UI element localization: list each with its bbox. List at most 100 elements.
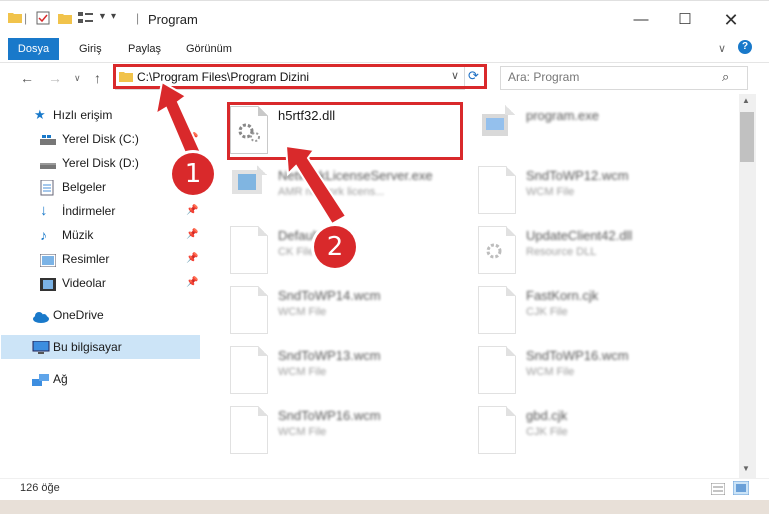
generic-file-icon xyxy=(478,346,516,394)
music-icon: ♪ xyxy=(40,227,47,243)
exe-file-icon xyxy=(478,105,515,152)
disk-icon xyxy=(40,132,56,146)
sidebar-item-music[interactable]: ♪ Müzik 📌 xyxy=(0,224,200,246)
back-arrow-icon[interactable]: ← xyxy=(20,70,34,86)
status-bar xyxy=(0,478,769,501)
videos-icon xyxy=(40,276,56,291)
search-placeholder[interactable]: Ara: Program xyxy=(508,70,579,84)
step2-badge: 2 xyxy=(314,226,356,268)
qat-chevron-down-icon[interactable]: ▼ xyxy=(98,11,107,21)
sidebar-item-this-pc[interactable]: Bu bilgisayar xyxy=(0,336,200,358)
refresh-icon[interactable]: ⟳ xyxy=(468,68,484,84)
sidebar-item-videos[interactable]: Videolar 📌 xyxy=(0,272,200,294)
sidebar-item-label: Ağ xyxy=(53,372,68,386)
computer-icon xyxy=(32,340,50,354)
sidebar-item-label: Hızlı erişim xyxy=(53,108,113,122)
sidebar-item-label: Resimler xyxy=(62,252,110,266)
tab-home[interactable]: Giriş xyxy=(79,38,102,60)
expand-ribbon-chevron-icon[interactable]: ∨ xyxy=(718,42,726,55)
file-item[interactable]: SndToWP16.wcm WCM File xyxy=(230,404,470,458)
file-item[interactable]: SndToWP12.wcm WCM File xyxy=(478,164,718,218)
file-name: SndToWP14.wcm xyxy=(278,288,381,303)
scroll-down-icon[interactable]: ▼ xyxy=(742,464,750,473)
maximize-button[interactable]: ☐ xyxy=(670,8,700,32)
sidebar-item-label: Videolar xyxy=(62,276,106,290)
file-type: WCM File xyxy=(526,366,575,378)
search-icon[interactable]: ⌕ xyxy=(722,69,729,85)
pin-icon[interactable]: 📌 xyxy=(186,200,198,222)
sidebar-item-label: OneDrive xyxy=(53,308,104,322)
file-name: gbd.cjk xyxy=(526,408,568,423)
large-icons-view-icon[interactable] xyxy=(732,480,750,498)
file-type: WCM File xyxy=(278,426,327,438)
step1-badge: 1 xyxy=(172,153,214,195)
file-name: UpdateClient42.dll xyxy=(526,228,633,243)
file-name: SndToWP13.wcm xyxy=(278,348,381,363)
sidebar-item-label: Müzik xyxy=(62,228,94,242)
scrollbar-thumb[interactable] xyxy=(740,112,754,162)
generic-file-icon xyxy=(230,226,268,274)
dll-file-icon xyxy=(478,226,516,274)
pin-icon[interactable]: 📌 xyxy=(186,224,198,246)
sidebar-item-label: İndirmeler xyxy=(62,204,116,218)
file-type: WCM File xyxy=(278,306,327,318)
file-name: SndToWP16.wcm xyxy=(526,348,629,363)
sidebar-item-onedrive[interactable]: OneDrive xyxy=(0,304,200,326)
file-type: Resource DLL xyxy=(526,246,597,258)
recent-locations-chevron-icon[interactable]: ∨ xyxy=(74,73,81,84)
file-type: WCM File xyxy=(278,366,327,378)
sidebar-item-pictures[interactable]: Resimler 📌 xyxy=(0,248,200,270)
view-icon[interactable] xyxy=(78,11,94,28)
scroll-up-icon[interactable]: ▲ xyxy=(742,96,750,105)
generic-file-icon xyxy=(478,286,516,334)
file-type: CJK File xyxy=(526,426,568,438)
desktop-background xyxy=(0,500,769,514)
tab-file[interactable]: Dosya xyxy=(8,38,59,60)
details-view-icon[interactable] xyxy=(710,482,726,498)
sidebar-item-label: Yerel Disk (D:) xyxy=(62,156,139,170)
file-item[interactable]: FastKorn.cjk CJK File xyxy=(478,284,718,338)
sidebar-item-label: Bu bilgisayar xyxy=(53,340,122,354)
file-type: WCM File xyxy=(526,186,575,198)
customize-qat-icon[interactable]: ▾ xyxy=(111,11,116,22)
generic-file-icon xyxy=(478,406,516,454)
sidebar-item-downloads[interactable]: ↓ İndirmeler 📌 xyxy=(0,200,200,222)
documents-icon xyxy=(40,179,56,196)
ribbon-bar xyxy=(0,38,769,63)
help-icon[interactable]: ? xyxy=(738,40,752,54)
file-item[interactable]: SndToWP13.wcm WCM File xyxy=(230,344,470,398)
item-count: 126 öğe xyxy=(20,482,60,494)
properties-icon[interactable] xyxy=(36,11,50,28)
tab-share[interactable]: Paylaş xyxy=(128,38,161,60)
file-name: program.exe xyxy=(526,108,599,123)
close-button[interactable]: ✕ xyxy=(716,8,746,32)
network-icon xyxy=(32,372,49,386)
cloud-icon xyxy=(32,308,49,323)
file-name: SndToWP16.wcm xyxy=(278,408,381,423)
pin-icon[interactable]: 📌 xyxy=(186,248,198,270)
file-name: FastKorn.cjk xyxy=(526,288,599,303)
minimize-button[interactable]: — xyxy=(626,8,656,32)
file-item[interactable]: gbd.cjk CJK File xyxy=(478,404,718,458)
file-item[interactable]: UpdateClient42.dll Resource DLL xyxy=(478,224,718,278)
file-name: SndToWP12.wcm xyxy=(526,168,629,183)
disk-icon xyxy=(40,156,56,170)
download-icon: ↓ xyxy=(40,202,48,219)
generic-file-icon xyxy=(230,346,268,394)
pin-icon[interactable]: 📌 xyxy=(186,272,198,294)
file-item[interactable]: SndToWP16.wcm WCM File xyxy=(478,344,718,398)
sidebar-item-label: Yerel Disk (C:) xyxy=(62,132,139,146)
file-item[interactable]: program.exe xyxy=(478,104,718,158)
up-arrow-icon[interactable]: ↑ xyxy=(94,70,101,86)
forward-arrow-icon[interactable]: → xyxy=(48,70,62,86)
file-type: CJK File xyxy=(526,306,568,318)
file-item[interactable]: SndToWP14.wcm WCM File xyxy=(230,284,470,338)
folder-icon xyxy=(8,11,22,26)
star-icon: ★ xyxy=(34,107,46,122)
sidebar-item-label: Belgeler xyxy=(62,180,107,194)
new-folder-icon[interactable] xyxy=(58,11,72,28)
generic-file-icon xyxy=(230,406,268,454)
sidebar-item-network[interactable]: Ağ xyxy=(0,368,200,390)
tab-view[interactable]: Görünüm xyxy=(186,38,232,60)
generic-file-icon xyxy=(478,166,516,214)
